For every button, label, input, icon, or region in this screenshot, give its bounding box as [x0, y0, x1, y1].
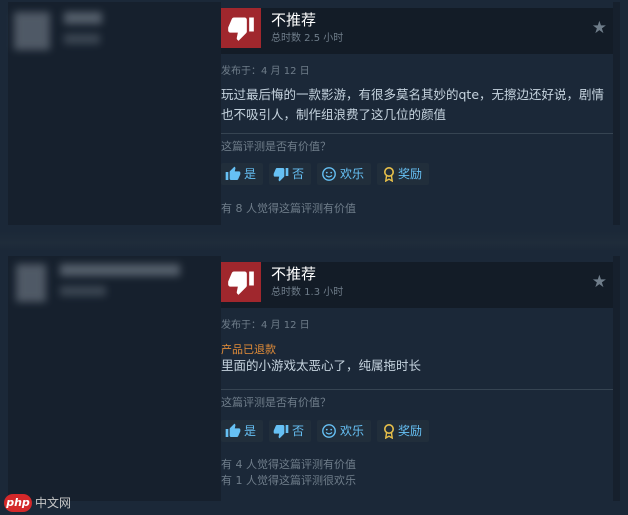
avatar[interactable] — [14, 12, 50, 50]
thumbs-down-icon — [273, 425, 289, 439]
star-icon[interactable]: ★ — [592, 20, 607, 37]
award-button[interactable]: 奖励 — [377, 420, 429, 442]
review-card: 不推荐 总时数 1.3 小时 ★ 发布于：4 月 12 日 产品已退款 里面的小… — [8, 256, 620, 501]
vote-funny-button[interactable]: 欢乐 — [317, 163, 371, 185]
reviewer-name[interactable] — [60, 264, 180, 276]
thumbs-down-icon — [273, 168, 289, 182]
thumbs-up-icon — [225, 166, 241, 180]
award-ribbon-icon — [384, 424, 394, 439]
helpful-question: 这篇评测是否有价值？ — [221, 396, 331, 409]
refunded-tag: 产品已退款 — [221, 343, 276, 356]
review-card: 不推荐 总时数 2.5 小时 ★ 发布于：4 月 12 日 玩过最后悔的一款影游… — [8, 2, 620, 225]
vote-yes-label: 是 — [244, 167, 257, 181]
reviewer-panel[interactable] — [8, 256, 210, 501]
smiley-icon — [322, 167, 336, 181]
playtime-hours: 总时数 2.5 小时 — [271, 33, 344, 44]
review-verdict[interactable]: 不推荐 — [271, 11, 316, 29]
review-content: 不推荐 总时数 1.3 小时 ★ 发布于：4 月 12 日 产品已退款 里面的小… — [221, 256, 613, 501]
playtime-hours: 总时数 1.3 小时 — [271, 287, 344, 298]
award-label: 奖励 — [398, 167, 423, 181]
review-verdict[interactable]: 不推荐 — [271, 265, 316, 283]
vote-funny-button[interactable]: 欢乐 — [317, 420, 371, 442]
vote-header[interactable]: 不推荐 总时数 2.5 小时 ★ — [221, 8, 613, 54]
vote-header[interactable]: 不推荐 总时数 1.3 小时 ★ — [221, 262, 613, 308]
divider — [221, 389, 613, 390]
not-recommended-badge — [221, 262, 261, 302]
star-icon[interactable]: ★ — [592, 274, 607, 291]
vote-no-button[interactable]: 否 — [269, 420, 311, 442]
vote-yes-button[interactable]: 是 — [221, 163, 263, 185]
posted-date: 发布于：4 月 12 日 — [221, 66, 310, 77]
thumbs-down-icon — [228, 17, 254, 41]
not-recommended-badge — [221, 8, 261, 48]
watermark-logo: php — [4, 494, 32, 512]
thumbs-down-icon — [228, 271, 254, 295]
vote-yes-label: 是 — [244, 424, 257, 438]
reviewer-stats — [64, 34, 100, 44]
reviewer-name[interactable] — [64, 12, 102, 24]
review-content: 不推荐 总时数 2.5 小时 ★ 发布于：4 月 12 日 玩过最后悔的一款影游… — [221, 2, 613, 225]
review-text: 玩过最后悔的一款影游，有很多莫名其妙的qte，无擦边还好说，剧情也不吸引人，制作… — [221, 87, 605, 122]
helpful-count: 有 4 人觉得这篇评测有价值 — [221, 458, 356, 471]
divider — [221, 133, 613, 134]
vote-no-label: 否 — [292, 167, 305, 181]
award-button[interactable]: 奖励 — [377, 163, 429, 185]
vote-no-label: 否 — [292, 424, 305, 438]
award-ribbon-icon — [384, 167, 394, 182]
award-label: 奖励 — [398, 424, 423, 438]
vote-no-button[interactable]: 否 — [269, 163, 311, 185]
vote-yes-button[interactable]: 是 — [221, 420, 263, 442]
reviewer-panel[interactable] — [8, 2, 210, 225]
vote-funny-label: 欢乐 — [340, 167, 365, 181]
vote-funny-label: 欢乐 — [340, 424, 365, 438]
review-separator — [0, 231, 628, 251]
posted-date: 发布于：4 月 12 日 — [221, 320, 310, 331]
helpful-question: 这篇评测是否有价值？ — [221, 140, 331, 153]
thumbs-up-icon — [225, 423, 241, 437]
avatar[interactable] — [16, 264, 46, 302]
helpful-count: 有 8 人觉得这篇评测有价值 — [221, 202, 356, 215]
smiley-icon — [322, 424, 336, 438]
funny-count: 有 1 人觉得这篇评测很欢乐 — [221, 474, 356, 487]
reviewer-stats — [60, 286, 106, 296]
review-text: 里面的小游戏太恶心了，纯属拖时长 — [221, 358, 422, 373]
watermark-text: 中文网 — [35, 496, 72, 510]
